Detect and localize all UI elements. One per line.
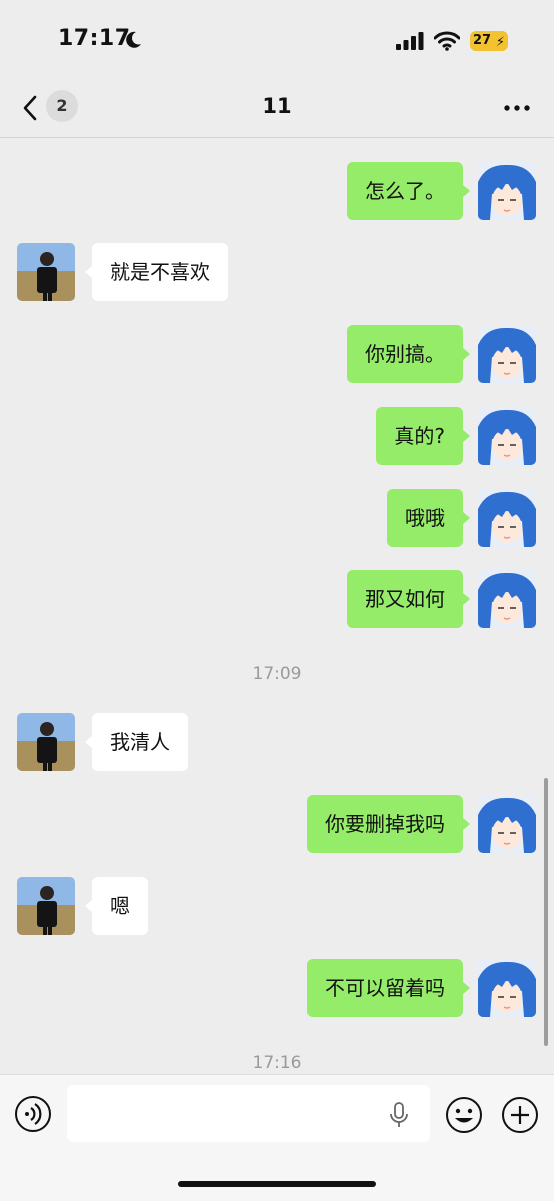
anime-character-avatar-icon — [478, 959, 536, 1017]
message-timestamp: 17:09 — [252, 664, 302, 684]
emoji-icon[interactable] — [444, 1095, 484, 1135]
anime-character-avatar-icon — [478, 570, 536, 628]
self-avatar[interactable] — [478, 325, 536, 383]
message-bubble[interactable]: 哦哦 — [387, 489, 470, 547]
more-icon[interactable] — [502, 98, 532, 118]
signal-icon — [396, 32, 424, 50]
self-avatar[interactable] — [478, 570, 536, 628]
anime-character-avatar-icon — [478, 489, 536, 547]
message-timestamp: 17:16 — [252, 1053, 302, 1073]
wifi-icon — [434, 31, 460, 51]
anime-character-avatar-icon — [478, 162, 536, 220]
person-photo-avatar-icon — [17, 243, 75, 301]
back-icon[interactable] — [20, 94, 40, 122]
voice-icon[interactable] — [14, 1095, 52, 1133]
contact-avatar[interactable] — [17, 713, 75, 771]
input-bar — [0, 1074, 554, 1201]
plus-icon[interactable] — [500, 1095, 540, 1135]
message-bubble[interactable]: 真的? — [376, 407, 470, 465]
person-photo-avatar-icon — [17, 877, 75, 935]
message-bubble[interactable]: 怎么了。 — [347, 162, 470, 220]
self-avatar[interactable] — [478, 489, 536, 547]
message-bubble[interactable]: 那又如何 — [347, 570, 470, 628]
message-list[interactable]: 怎么了。 就是不喜欢 你别搞。 真的? 哦哦 那又如何 17:09 我清人 你要… — [0, 138, 554, 1074]
message-bubble[interactable]: 你要删掉我吗 — [307, 795, 470, 853]
charging-bolt-icon: ⚡ — [495, 35, 505, 50]
self-avatar[interactable] — [478, 795, 536, 853]
self-avatar[interactable] — [478, 162, 536, 220]
message-bubble[interactable]: 不可以留着吗 — [307, 959, 470, 1017]
anime-character-avatar-icon — [478, 795, 536, 853]
status-time: 17:17 — [58, 26, 131, 51]
home-indicator[interactable] — [178, 1181, 376, 1187]
self-avatar[interactable] — [478, 959, 536, 1017]
message-bubble[interactable]: 你别搞。 — [347, 325, 470, 383]
message-bubble[interactable]: 我清人 — [85, 713, 188, 771]
unread-count-badge[interactable]: 2 — [46, 90, 78, 122]
moon-icon — [126, 31, 141, 48]
status-bar: 17:17 27 ⚡ — [0, 0, 554, 80]
microphone-icon[interactable] — [388, 1102, 410, 1128]
anime-character-avatar-icon — [478, 325, 536, 383]
self-avatar[interactable] — [478, 407, 536, 465]
message-bubble[interactable]: 就是不喜欢 — [85, 243, 228, 301]
battery-level: 27 — [473, 33, 492, 48]
message-bubble[interactable]: 嗯 — [85, 877, 148, 935]
scrollbar[interactable] — [544, 778, 548, 1046]
contact-avatar[interactable] — [17, 877, 75, 935]
person-photo-avatar-icon — [17, 713, 75, 771]
chat-title: 11 — [262, 94, 292, 118]
contact-avatar[interactable] — [17, 243, 75, 301]
battery-icon: 27 ⚡ — [470, 31, 508, 51]
anime-character-avatar-icon — [478, 407, 536, 465]
message-input[interactable] — [67, 1085, 430, 1142]
nav-bar: 11 2 — [0, 80, 554, 138]
